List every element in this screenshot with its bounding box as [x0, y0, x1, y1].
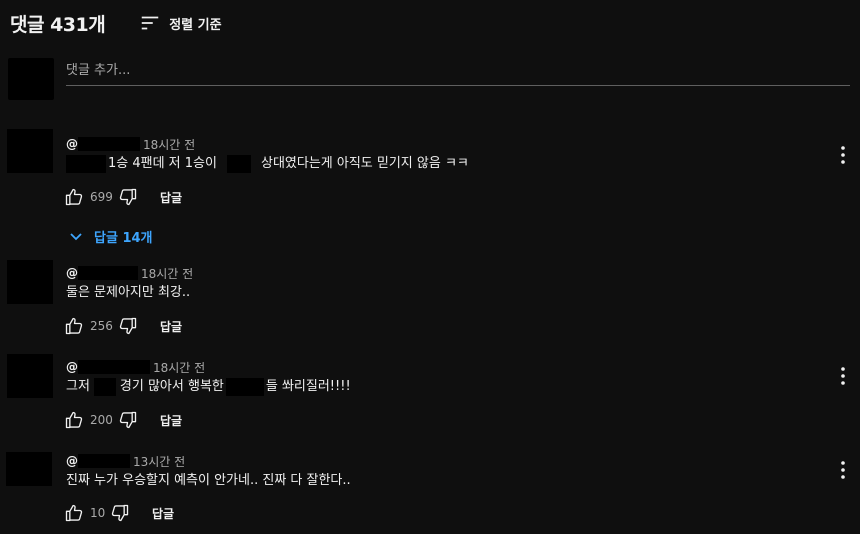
thumbs-down-icon	[119, 188, 137, 206]
chevron-down-icon	[70, 232, 82, 240]
comment-text-part: 둘은 문제아지만 최강..	[66, 285, 191, 300]
comment-actions: 256 답글	[62, 315, 182, 337]
author-handle[interactable]: @	[66, 454, 78, 468]
comments-header: 댓글 431개 정렬 기준	[10, 8, 222, 38]
dislike-button[interactable]	[116, 315, 140, 337]
avatar[interactable]	[7, 260, 53, 304]
sort-icon	[141, 16, 159, 30]
like-button[interactable]	[62, 186, 86, 208]
redacted-text	[225, 378, 264, 396]
like-count: 10	[90, 506, 106, 520]
comment-text-part: 경기 많아서 행복한	[119, 379, 224, 394]
thumbs-down-icon	[111, 504, 129, 522]
author-handle[interactable]: @	[66, 360, 78, 374]
comment-thread: @ 18시간 전 둘은 문제아지만 최강.. 256 답글	[0, 260, 860, 344]
like-count: 256	[90, 319, 113, 333]
comment-thread: @ 18시간 전 그저 경기 많아서 행복한 들 쏴리질러!!!! 200 답글	[0, 354, 860, 438]
comment-text: 진짜 누가 우승할지 예측이 안가네.. 진짜 다 잘한다..	[66, 472, 351, 490]
like-button[interactable]	[62, 315, 86, 337]
comment-text: 그저 경기 많아서 행복한 들 쏴리질러!!!!	[66, 378, 351, 396]
comment-actions: 699 답글	[62, 186, 182, 208]
thumbs-up-icon	[65, 411, 83, 429]
redacted-name	[78, 360, 150, 374]
thumbs-up-icon	[65, 188, 83, 206]
redacted-name	[78, 266, 138, 280]
comment-time[interactable]: 18시간 전	[141, 265, 193, 282]
comment-time[interactable]: 18시간 전	[153, 359, 205, 376]
redacted-name	[78, 137, 140, 151]
like-button[interactable]	[62, 502, 86, 524]
like-count: 200	[90, 413, 113, 427]
dislike-button[interactable]	[116, 186, 140, 208]
comment-count: 댓글 431개	[10, 13, 106, 36]
more-vert-icon	[841, 146, 845, 164]
thumbs-down-icon	[119, 317, 137, 335]
add-comment-row: 댓글 추가...	[8, 57, 850, 101]
reply-button[interactable]: 답글	[152, 505, 174, 522]
avatar[interactable]	[6, 452, 52, 486]
dislike-button[interactable]	[108, 502, 132, 524]
comment-thread: @ 18시간 전 1승 4팬데 저 1승이 상대였다는게 아직도 믿기지 않음 …	[0, 129, 860, 246]
comment-text-part: 1승 4팬데 저 1승이	[108, 156, 217, 171]
like-count: 699	[90, 190, 113, 204]
comment-header: @ 18시간 전	[66, 264, 193, 282]
sort-label: 정렬 기준	[169, 17, 222, 33]
comment-actions: 200 답글	[62, 409, 182, 431]
comment-text-part: 그저	[66, 379, 90, 394]
redacted-text	[66, 155, 106, 173]
more-vert-icon	[841, 461, 845, 479]
sort-button[interactable]: 정렬 기준	[139, 12, 222, 34]
comment-text: 둘은 문제아지만 최강..	[66, 284, 190, 302]
redacted-text	[93, 378, 116, 396]
comment-time[interactable]: 13시간 전	[133, 453, 185, 470]
avatar[interactable]	[7, 354, 53, 398]
more-options-button[interactable]	[838, 460, 848, 480]
like-button[interactable]	[62, 409, 86, 431]
comment-header: @ 13시간 전	[66, 452, 185, 470]
comment-time[interactable]: 18시간 전	[143, 136, 195, 153]
redacted-text	[226, 155, 251, 173]
comment-text-part: 진짜 누가 우승할지 예측이 안가네.. 진짜 다 잘한다..	[66, 473, 351, 488]
author-handle[interactable]: @	[66, 266, 78, 280]
reply-button[interactable]: 답글	[160, 189, 182, 206]
more-options-button[interactable]	[838, 145, 848, 165]
view-replies-button[interactable]: 답글 14개	[68, 227, 153, 246]
thumbs-up-icon	[65, 504, 83, 522]
comment-header: @ 18시간 전	[66, 135, 195, 153]
reply-button[interactable]: 답글	[160, 412, 182, 429]
author-handle[interactable]: @	[66, 137, 78, 151]
avatar[interactable]	[7, 129, 53, 173]
comment-actions: 10 답글	[62, 502, 174, 524]
comment-text: 1승 4팬데 저 1승이 상대였다는게 아직도 믿기지 않음 ㅋㅋ	[66, 155, 469, 173]
thumbs-down-icon	[119, 411, 137, 429]
comment-text-part: 들 쏴리질러!!!!	[265, 379, 351, 394]
add-comment-input[interactable]: 댓글 추가...	[66, 61, 850, 86]
comment-thread: @ 13시간 전 진짜 누가 우승할지 예측이 안가네.. 진짜 다 잘한다..…	[0, 452, 860, 532]
comment-header: @ 18시간 전	[66, 358, 205, 376]
redacted-name	[78, 454, 130, 468]
reply-button[interactable]: 답글	[160, 318, 182, 335]
thumbs-up-icon	[65, 317, 83, 335]
dislike-button[interactable]	[116, 409, 140, 431]
more-vert-icon	[841, 367, 845, 385]
comment-text-part: 상대였다는게 아직도 믿기지 않음 ㅋㅋ	[260, 156, 469, 171]
replies-count: 답글 14개	[94, 231, 153, 246]
more-options-button[interactable]	[838, 366, 848, 386]
avatar	[8, 58, 54, 100]
